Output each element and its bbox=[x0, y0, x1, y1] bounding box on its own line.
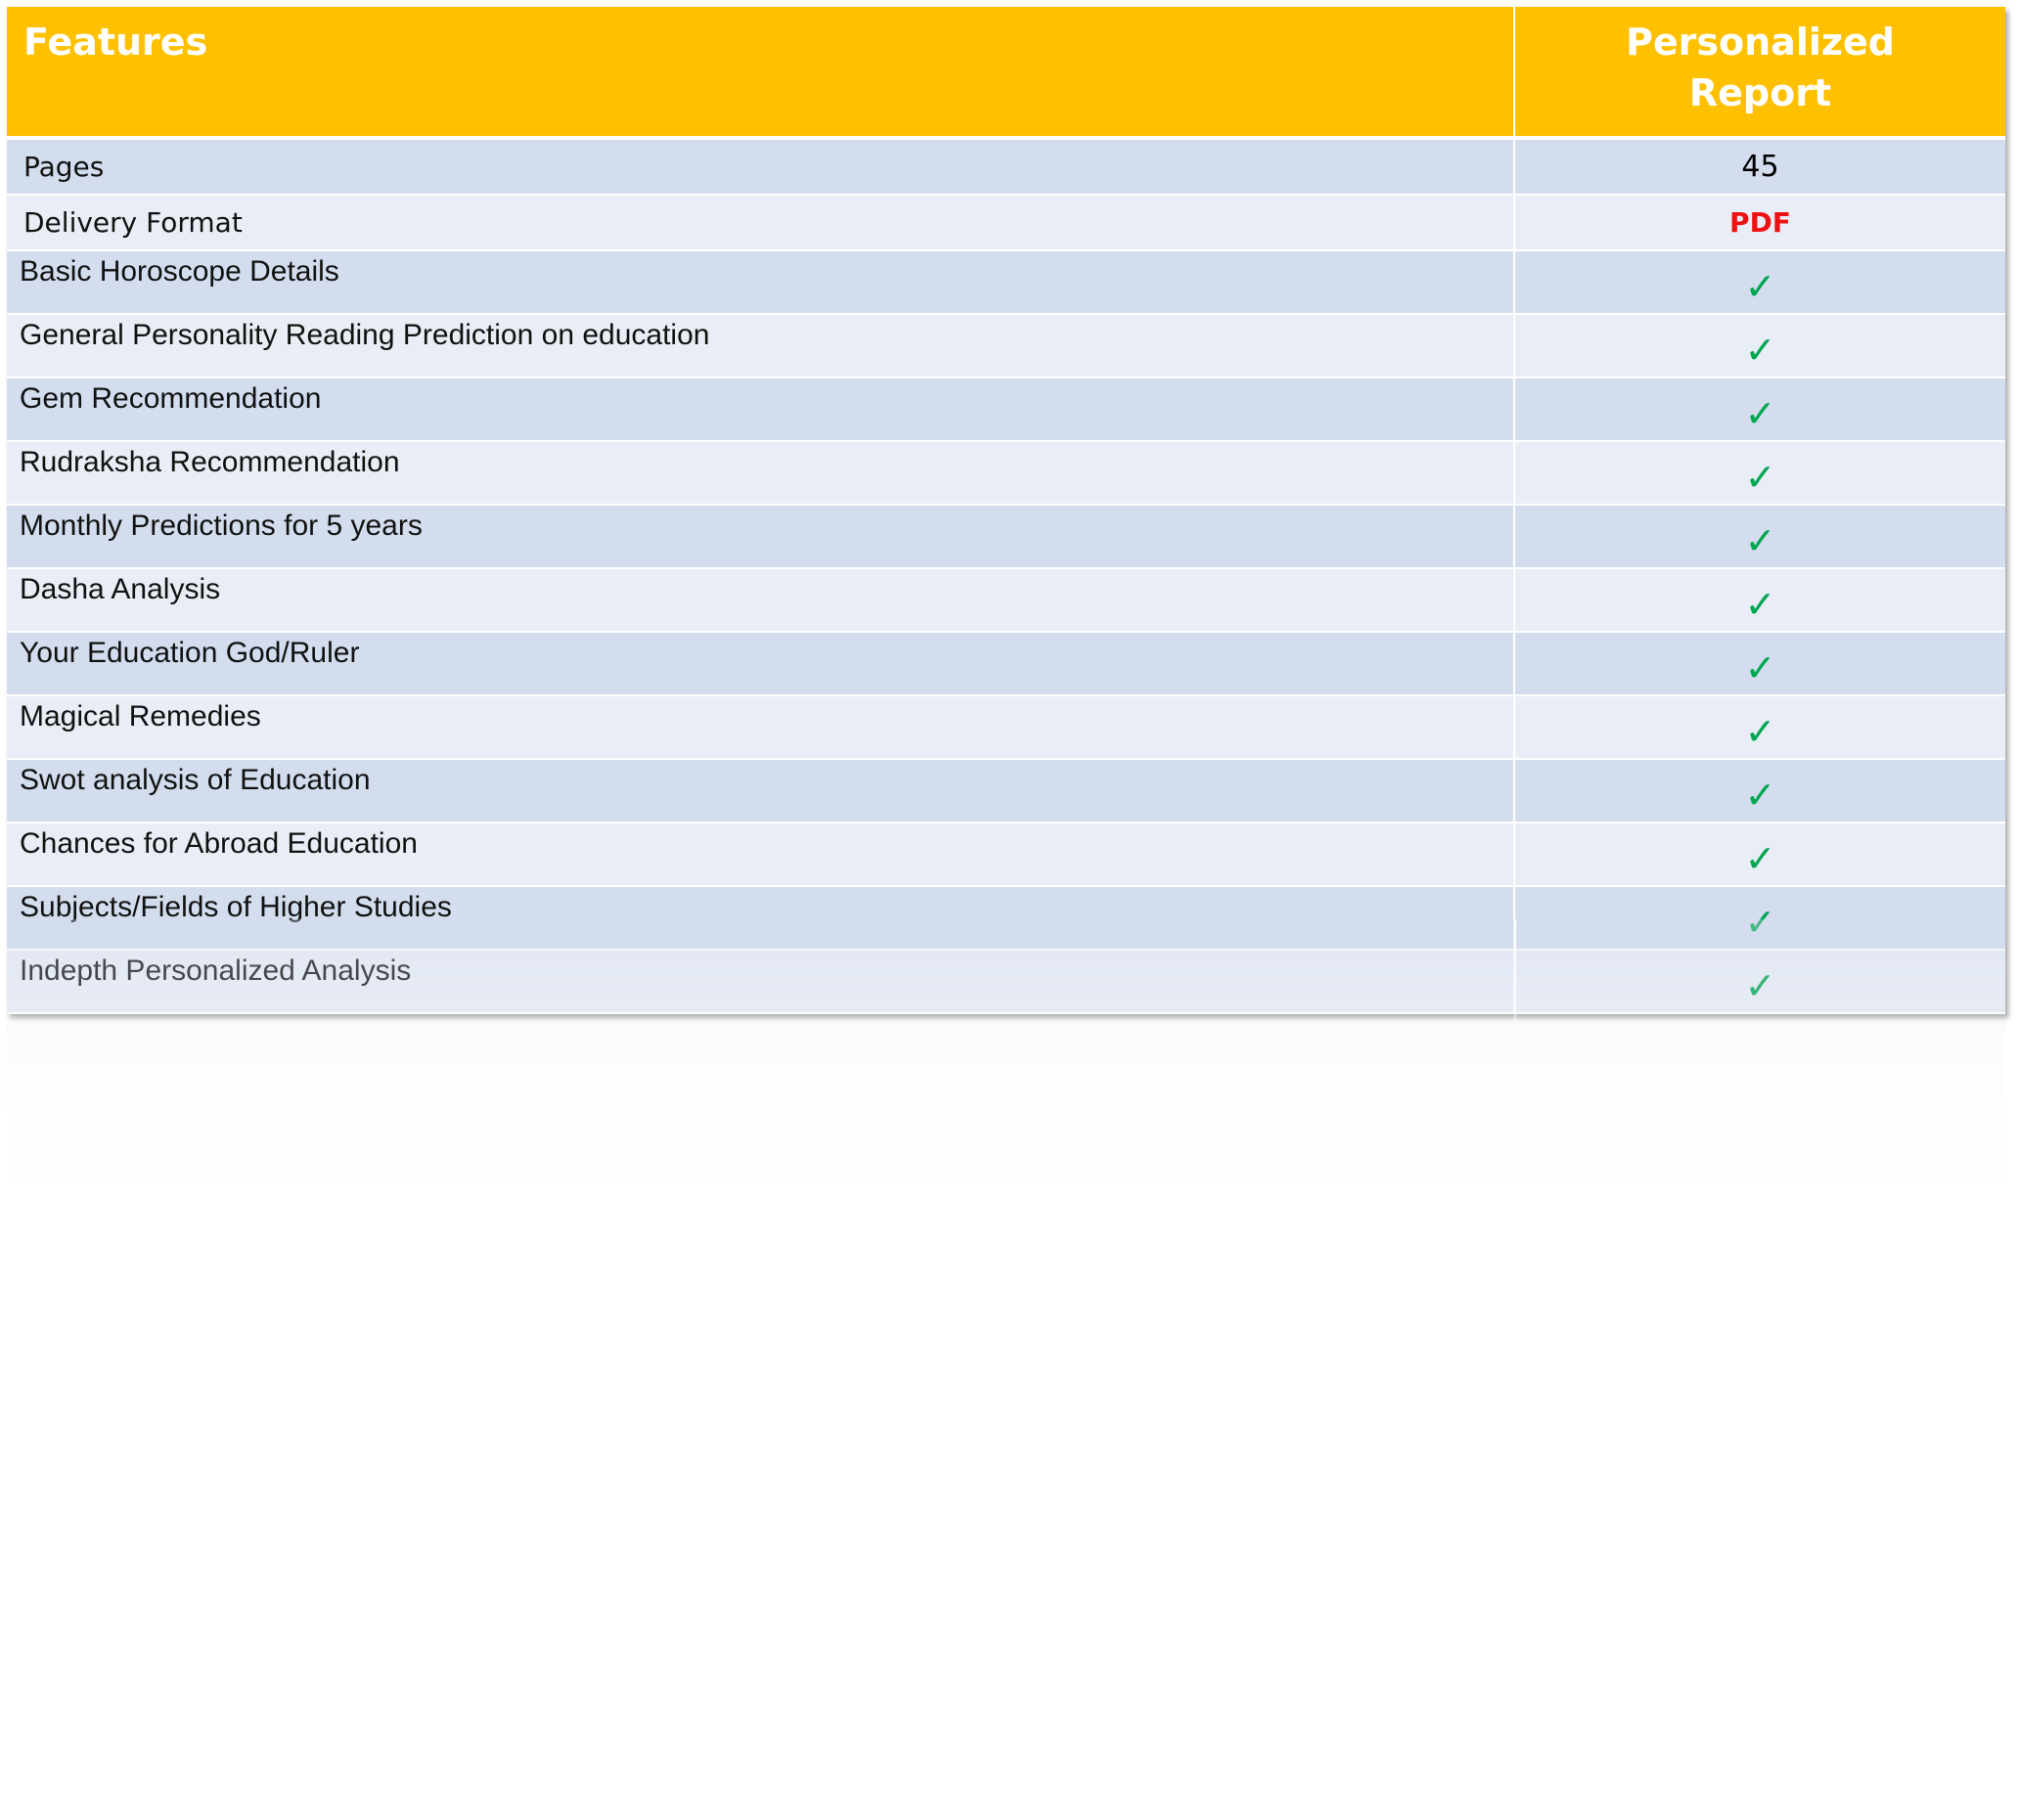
personalized-report-column-header: Personalized Report bbox=[1514, 7, 2005, 140]
table-row: Monthly Predictions for 5 years ✓ bbox=[7, 505, 2005, 569]
check-icon: ✓ bbox=[1514, 695, 2005, 760]
check-icon: ✓ bbox=[1514, 250, 2005, 315]
feature-name-cell: Basic Horoscope Details bbox=[7, 250, 1515, 315]
features-column-header: Features bbox=[7, 7, 1515, 140]
check-icon: ✓ bbox=[1514, 822, 2005, 887]
delivery-format-value: PDF bbox=[1514, 195, 2005, 251]
table-row: Delivery Format PDF bbox=[7, 195, 2005, 251]
table-row: Swot analysis of Education ✓ bbox=[7, 759, 2005, 823]
feature-value-cell: 45 bbox=[1514, 138, 2005, 196]
features-table-container: Features Personalized Report Pages 45 Deli… bbox=[7, 7, 2005, 1014]
check-icon: ✓ bbox=[1514, 568, 2005, 633]
check-icon: ✓ bbox=[1514, 314, 2005, 378]
feature-name-cell: Your Education God/Ruler bbox=[7, 632, 1515, 696]
table-row: Magical Remedies ✓ bbox=[7, 695, 2005, 760]
features-header-label: Features bbox=[23, 21, 208, 64]
check-icon: ✓ bbox=[1514, 377, 2005, 442]
feature-name-cell: Rudraksha Recommendation bbox=[7, 441, 1515, 506]
feature-name-cell: Pages bbox=[7, 138, 1515, 196]
features-comparison-table: Features Personalized Report Pages 45 Deli… bbox=[7, 7, 2005, 1014]
feature-name-cell: General Personality Reading Prediction o… bbox=[7, 314, 1515, 378]
table-row: Pages 45 bbox=[7, 138, 2005, 196]
check-icon: ✓ bbox=[1514, 632, 2005, 696]
reflection-divider bbox=[1514, 919, 1516, 1115]
feature-name-cell: Delivery Format bbox=[7, 195, 1515, 251]
feature-name-cell: Magical Remedies bbox=[7, 695, 1515, 760]
table-row: Dasha Analysis ✓ bbox=[7, 568, 2005, 633]
table-row: Chances for Abroad Education ✓ bbox=[7, 822, 2005, 887]
features-table-body: Pages 45 Delivery Format PDF Basic Horoscope… bbox=[7, 138, 2005, 1014]
table-header-row: Features Personalized Report bbox=[7, 7, 2005, 140]
feature-name-cell: Gem Recommendation bbox=[7, 377, 1515, 442]
report-header-line1: Personalized bbox=[1626, 21, 1895, 64]
table-row: General Personality Reading Prediction o… bbox=[7, 314, 2005, 378]
table-row: Basic Horoscope Details ✓ bbox=[7, 250, 2005, 315]
feature-name-cell: Dasha Analysis bbox=[7, 568, 1515, 633]
check-icon: ✓ bbox=[1514, 759, 2005, 823]
table-row: Your Education God/Ruler ✓ bbox=[7, 632, 2005, 696]
feature-name-cell: Swot analysis of Education bbox=[7, 759, 1515, 823]
feature-name-cell: Monthly Predictions for 5 years bbox=[7, 505, 1515, 569]
check-icon: ✓ bbox=[1514, 441, 2005, 506]
feature-name-cell: Chances for Abroad Education bbox=[7, 822, 1515, 887]
table-row: Gem Recommendation ✓ bbox=[7, 377, 2005, 442]
table-reflection bbox=[7, 919, 2005, 1203]
check-icon: ✓ bbox=[1514, 505, 2005, 569]
report-header-line2: Report bbox=[1688, 71, 1832, 114]
table-row: Rudraksha Recommendation ✓ bbox=[7, 441, 2005, 506]
